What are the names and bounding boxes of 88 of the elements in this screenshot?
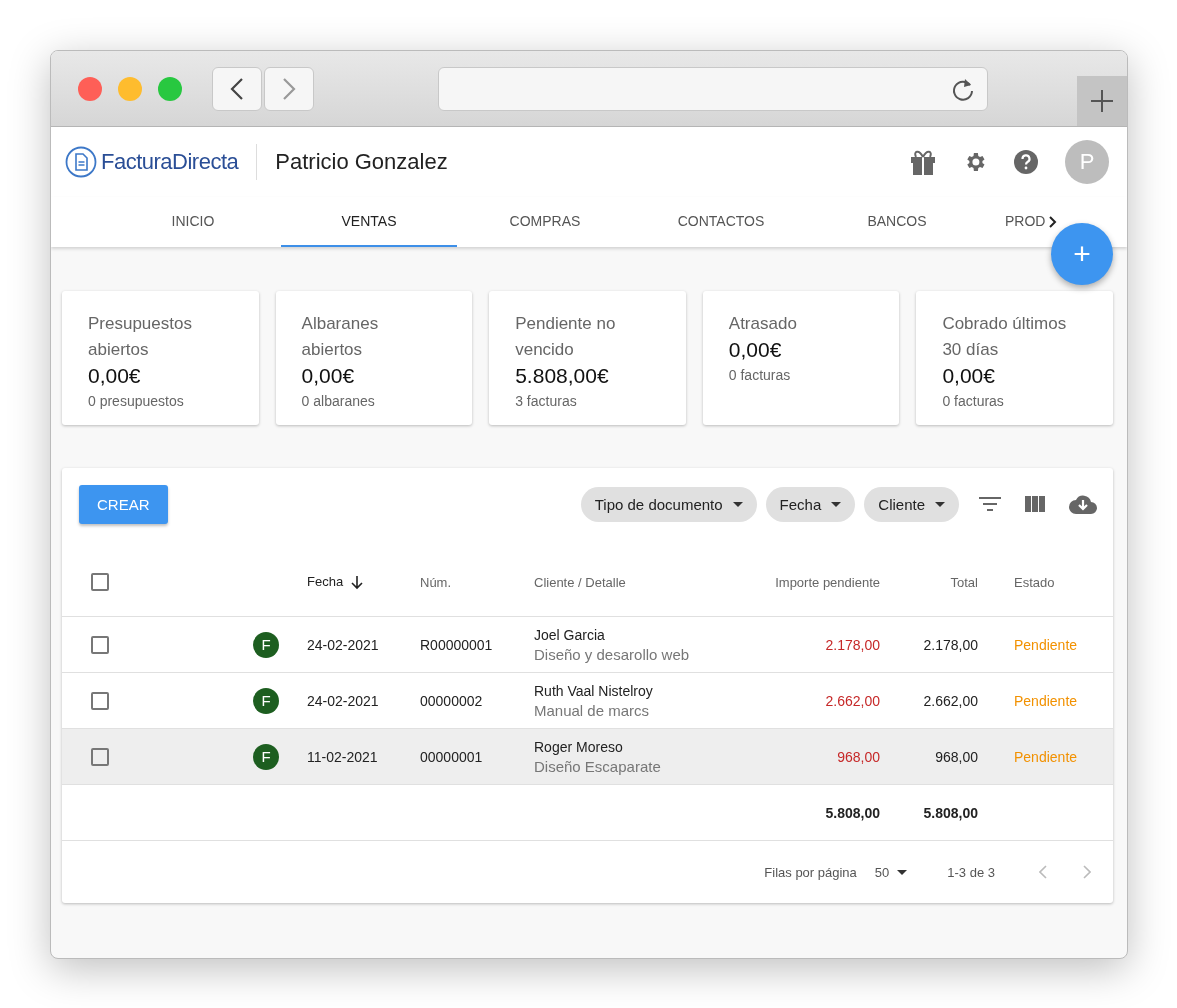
number-cell: R00000001 [420, 636, 493, 653]
cloud-download-icon[interactable] [1069, 494, 1097, 514]
document-icon [65, 146, 97, 178]
caret-icon [897, 869, 908, 875]
status-text: Pendiente [1014, 636, 1078, 653]
card-title: Cobrado últimos 30 días [942, 313, 1068, 361]
arrow-down-icon[interactable] [350, 575, 363, 590]
summary-card[interactable]: Albaranes abiertos 0,00€ 0 albaranes [275, 291, 473, 425]
chevron-left-icon [230, 76, 244, 101]
row-checkbox[interactable] [91, 691, 109, 710]
status-text: Pendiente [1014, 748, 1078, 765]
card-amount: 0,00€ [301, 363, 356, 389]
client-detail: Manual de marcs [534, 701, 651, 719]
total-amount: 968,00 [935, 748, 978, 765]
logo-text[interactable]: FacturaDirecta [101, 149, 239, 175]
summary-card[interactable]: Cobrado últimos 30 días 0,00€ 0 facturas [916, 291, 1113, 425]
column-header[interactable]: Estado [1014, 574, 1055, 590]
rows-per-page-select[interactable]: 50 [874, 864, 908, 880]
card-count: 0 facturas [728, 367, 792, 383]
card-count: 0 albaranes [301, 393, 376, 409]
card-count: 0 presupuestos [88, 393, 185, 409]
columns-icon[interactable] [1025, 496, 1045, 512]
summary-card[interactable]: Pendiente no vencido 5.808,00€ 3 facturas [489, 291, 686, 425]
nav-tab[interactable]: INICIO [105, 197, 281, 247]
close-window-button[interactable] [78, 76, 102, 101]
card-amount: 0,00€ [88, 363, 142, 389]
back-button[interactable] [212, 66, 262, 111]
filter-chip[interactable]: Tipo de documento [580, 486, 757, 522]
card-amount: 0,00€ [942, 363, 996, 389]
number-cell: 00000001 [420, 748, 483, 765]
nav-tab[interactable]: VENTAS [281, 197, 457, 247]
invoice-badge: F [253, 631, 279, 658]
pending-amount: 2.178,00 [825, 636, 880, 653]
column-header[interactable]: Núm. [420, 574, 452, 590]
caret-icon [831, 501, 842, 507]
card-title: Pendiente no vencido [515, 313, 617, 361]
chevron-right-icon[interactable] [1049, 216, 1057, 228]
invoice-badge: F [253, 743, 279, 770]
column-header[interactable]: Cliente / Detalle [534, 574, 626, 590]
total-amount: 2.178,00 [923, 636, 978, 653]
card-amount: 5.808,00€ [515, 363, 610, 389]
client-name: Roger Moreso [534, 738, 623, 755]
caret-icon [732, 501, 743, 507]
column-header[interactable]: Fecha [307, 574, 344, 590]
card-title: Presupuestos abiertos [88, 313, 193, 361]
filter-chip[interactable]: Cliente [864, 486, 959, 522]
nav-tab[interactable]: CONTACTOS [633, 197, 809, 247]
pending-amount: 2.662,00 [825, 692, 880, 709]
card-amount: 0,00€ [728, 337, 783, 363]
date-cell: 11-02-2021 [307, 748, 378, 765]
pending-total: 5.808,00 [825, 804, 880, 821]
column-header[interactable]: Importe pendiente [775, 574, 880, 590]
total-amount: 2.662,00 [923, 692, 978, 709]
number-cell: 00000002 [420, 692, 483, 709]
nav-tab[interactable]: COMPRAS [457, 197, 633, 247]
row-checkbox[interactable] [91, 635, 109, 654]
row-checkbox[interactable] [91, 747, 109, 766]
nav-tab[interactable]: PROD [985, 197, 1045, 247]
company-name: Patricio Gonzalez [275, 149, 449, 175]
chevron-right-icon [282, 76, 296, 101]
date-cell: 24-02-2021 [307, 692, 379, 709]
page-range: 1-3 de 3 [947, 864, 995, 880]
filter-icon[interactable] [979, 496, 1001, 512]
rows-per-page-label: Filas por página [764, 864, 857, 880]
date-cell: 24-02-2021 [307, 636, 379, 653]
card-count: 0 facturas [942, 393, 1005, 409]
pending-amount: 968,00 [837, 748, 880, 765]
grand-total: 5.808,00 [923, 804, 978, 821]
client-detail: Diseño Escaparate [534, 757, 662, 775]
filter-chip[interactable]: Fecha [765, 486, 856, 522]
summary-card[interactable]: Atrasado 0,00€ 0 facturas [702, 291, 900, 425]
column-header[interactable]: Total [950, 574, 978, 590]
card-title: Atrasado [728, 313, 798, 335]
select-all-checkbox[interactable] [91, 573, 109, 591]
summary-card[interactable]: Presupuestos abiertos 0,00€ 0 presupuestos [62, 291, 259, 425]
new-tab-button[interactable] [1077, 76, 1127, 126]
invoice-badge: F [253, 687, 279, 714]
plus-icon [1091, 90, 1113, 112]
card-count: 3 facturas [515, 393, 578, 409]
gift-icon[interactable] [909, 149, 937, 175]
client-name: Ruth Vaal Nistelroy [534, 682, 653, 699]
client-name: Joel Garcia [534, 626, 605, 643]
card-title: Albaranes abiertos [301, 313, 380, 361]
client-detail: Diseño y desarollo web [534, 645, 691, 663]
status-text: Pendiente [1014, 692, 1078, 709]
help-icon[interactable] [1013, 149, 1039, 175]
caret-icon [935, 501, 945, 507]
nav-tab[interactable]: BANCOS [809, 197, 985, 247]
